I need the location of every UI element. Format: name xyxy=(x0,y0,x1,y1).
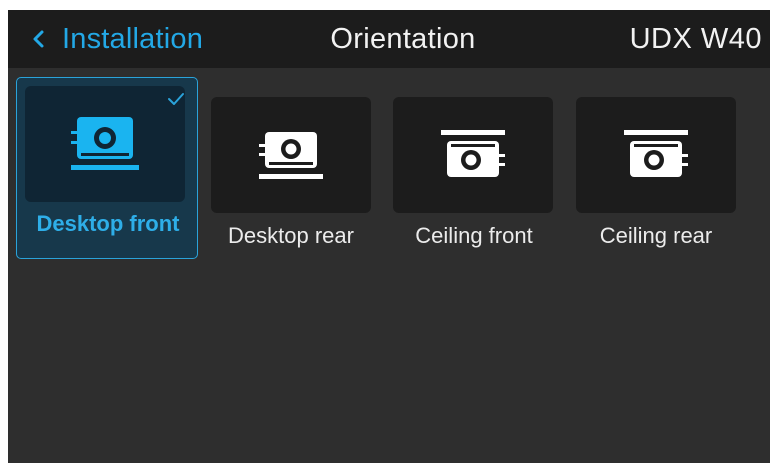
option-desktop-rear[interactable]: Desktop rear xyxy=(200,77,382,259)
option-desktop-front[interactable]: Desktop front xyxy=(16,77,198,259)
option-ceiling-front[interactable]: Ceiling front xyxy=(383,77,565,259)
option-tile xyxy=(393,97,553,213)
projector-ceiling-icon xyxy=(624,130,688,177)
projector-desktop-icon xyxy=(71,117,139,170)
option-label: Ceiling front xyxy=(415,223,533,248)
header-bar: Installation Orientation UDX W40 xyxy=(8,10,770,68)
option-tile xyxy=(211,97,371,213)
option-label: Ceiling rear xyxy=(599,223,713,248)
projector-desktop-icon xyxy=(259,132,323,179)
projector-ceiling-icon xyxy=(441,130,505,177)
option-label: Desktop rear xyxy=(228,223,354,248)
orientation-screen: Installation Orientation UDX W40 Desktop… xyxy=(8,10,770,463)
option-label: Desktop front xyxy=(36,211,180,236)
model-name: UDX W40 xyxy=(629,23,762,55)
option-tile xyxy=(576,97,736,213)
option-tile xyxy=(25,86,185,202)
orientation-options: Desktop front Desktop rear Ceiling front… xyxy=(8,68,770,463)
checkmark-icon xyxy=(168,93,184,105)
option-ceiling-rear[interactable]: Ceiling rear xyxy=(565,77,747,259)
